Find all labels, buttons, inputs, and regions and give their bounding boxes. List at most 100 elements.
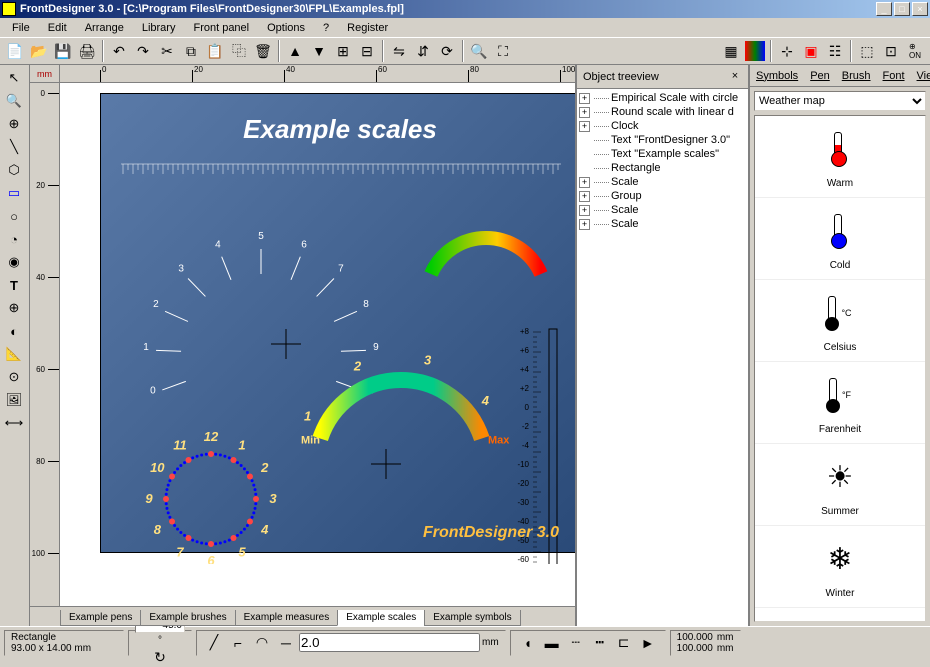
right-tab-symbols[interactable]: Symbols xyxy=(750,67,804,85)
symbol-category-select[interactable]: Weather map xyxy=(754,91,926,111)
dash-1-icon[interactable]: ┄ xyxy=(565,632,587,654)
crosshair-tool[interactable]: ⊕ xyxy=(2,297,26,319)
duplicate-button[interactable]: ⿻ xyxy=(228,40,250,62)
tree-node[interactable]: +Group xyxy=(579,189,746,203)
right-tab-view[interactable]: View xyxy=(911,67,930,85)
rect-tool[interactable]: ▭ xyxy=(2,182,26,204)
colors-button[interactable]: ■ xyxy=(744,40,766,62)
copy-button[interactable]: ⧉ xyxy=(180,40,202,62)
line-style-2[interactable]: ⌐ xyxy=(227,632,249,654)
save-button[interactable]: 💾 xyxy=(52,40,74,62)
group-button[interactable]: ⊞ xyxy=(332,40,354,62)
dimension-tool[interactable]: ⟷ xyxy=(2,412,26,434)
select-tool[interactable]: ↖ xyxy=(2,67,26,89)
menu-frontpanel[interactable]: Front panel xyxy=(185,20,257,36)
menu-file[interactable]: File xyxy=(4,20,38,36)
close-button[interactable]: × xyxy=(912,2,928,16)
tab-example-scales[interactable]: Example scales xyxy=(337,610,425,626)
mirror-h-button[interactable]: ⇋ xyxy=(388,40,410,62)
menu-options[interactable]: Options xyxy=(259,20,313,36)
reticle-tool[interactable]: ⊕ xyxy=(2,113,26,135)
measure-tool[interactable]: 📐 xyxy=(2,343,26,365)
line-style-4[interactable]: ─ xyxy=(275,632,297,654)
tree-node[interactable]: Rectangle xyxy=(579,161,746,175)
arc-tool[interactable]: ◔ xyxy=(2,228,26,250)
tree-expand-icon[interactable]: + xyxy=(579,107,590,118)
tree-expand-icon[interactable]: + xyxy=(579,93,590,104)
delete-button[interactable]: 🗑 xyxy=(252,40,274,62)
maximize-button[interactable]: □ xyxy=(894,2,910,16)
tree-node[interactable]: +Scale xyxy=(579,203,746,217)
polygon-tool[interactable]: ⬡ xyxy=(2,159,26,181)
scale-tool[interactable]: ◐ xyxy=(2,320,26,342)
tree-node[interactable]: +Clock xyxy=(579,119,746,133)
zoom-fit-button[interactable]: ⛶ xyxy=(492,40,514,62)
back-button[interactable]: ▼ xyxy=(308,40,330,62)
rotate-button[interactable]: ⟳ xyxy=(436,40,458,62)
canvas[interactable]: Example scales 012345678910 1212345 xyxy=(60,83,575,606)
library-button[interactable]: ☷ xyxy=(824,40,846,62)
design-panel[interactable]: Example scales 012345678910 1212345 xyxy=(100,93,575,553)
symbol-farenheit[interactable]: °FFarenheit xyxy=(755,362,925,444)
right-tab-pen[interactable]: Pen xyxy=(804,67,836,85)
menu-[interactable]: ? xyxy=(315,20,337,36)
tab-example-brushes[interactable]: Example brushes xyxy=(140,610,235,626)
cap-end-icon[interactable]: ► xyxy=(637,632,659,654)
tab-example-pens[interactable]: Example pens xyxy=(60,610,141,626)
tree-close-button[interactable]: × xyxy=(728,70,742,84)
open-button[interactable]: 📂 xyxy=(28,40,50,62)
drill-tool[interactable]: ⊙ xyxy=(2,366,26,388)
right-tab-brush[interactable]: Brush xyxy=(836,67,877,85)
tree-expand-icon[interactable]: + xyxy=(579,191,590,202)
zoom-tool[interactable]: 🔍 xyxy=(2,90,26,112)
symbol-cold[interactable]: Cold xyxy=(755,198,925,280)
layer-button[interactable]: ▣ xyxy=(800,40,822,62)
front-button[interactable]: ▲ xyxy=(284,40,306,62)
tree-expand-icon[interactable]: + xyxy=(579,177,590,188)
menu-edit[interactable]: Edit xyxy=(40,20,75,36)
circle-tool[interactable]: ○ xyxy=(2,205,26,227)
tree-node[interactable]: +Round scale with linear d xyxy=(579,105,746,119)
symbol-summer[interactable]: ☀Summer xyxy=(755,444,925,526)
cap-flat-icon[interactable]: ▬ xyxy=(541,632,563,654)
tree-expand-icon[interactable]: + xyxy=(579,205,590,216)
new-button[interactable]: 📄 xyxy=(4,40,26,62)
tab-example-symbols[interactable]: Example symbols xyxy=(424,610,520,626)
tree-node[interactable]: +Empirical Scale with circle xyxy=(579,91,746,105)
width-input[interactable] xyxy=(299,633,480,652)
dash-2-icon[interactable]: ┅ xyxy=(589,632,611,654)
tree-expand-icon[interactable]: + xyxy=(579,219,590,230)
ellipse-tool[interactable]: ◉ xyxy=(2,251,26,273)
symbol-list[interactable]: WarmCold°CCelsius°FFarenheit☀Summer❄Wint… xyxy=(754,115,926,622)
print-button[interactable]: 🖨 xyxy=(76,40,98,62)
snap-button[interactable]: ⊹ xyxy=(776,40,798,62)
zoom-button[interactable]: 🔍 xyxy=(468,40,490,62)
menu-arrange[interactable]: Arrange xyxy=(77,20,132,36)
tree-node[interactable]: Text "FrontDesigner 3.0" xyxy=(579,133,746,147)
symbol-winter[interactable]: ❄Winter xyxy=(755,526,925,608)
mirror-v-button[interactable]: ⇵ xyxy=(412,40,434,62)
text-tool[interactable]: T xyxy=(2,274,26,296)
line-style-1[interactable]: ╱ xyxy=(203,632,225,654)
minimize-button[interactable]: _ xyxy=(876,2,892,16)
redo-button[interactable]: ↷ xyxy=(132,40,154,62)
tree-node[interactable]: +Scale xyxy=(579,217,746,231)
tree-body[interactable]: +Empirical Scale with circle+Round scale… xyxy=(577,89,748,626)
tool-a-button[interactable]: ⬚ xyxy=(856,40,878,62)
menu-library[interactable]: Library xyxy=(134,20,184,36)
ungroup-button[interactable]: ⊟ xyxy=(356,40,378,62)
tree-node[interactable]: Text "Example scales" xyxy=(579,147,746,161)
tree-node[interactable]: +Scale xyxy=(579,175,746,189)
cut-button[interactable]: ✂ xyxy=(156,40,178,62)
line-tool[interactable]: ╲ xyxy=(2,136,26,158)
grid-button[interactable]: ▦ xyxy=(720,40,742,62)
undo-button[interactable]: ↶ xyxy=(108,40,130,62)
menu-register[interactable]: Register xyxy=(339,20,396,36)
symbol-celsius[interactable]: °CCelsius xyxy=(755,280,925,362)
tab-example-measures[interactable]: Example measures xyxy=(235,610,339,626)
cap-round-icon[interactable]: ◖ xyxy=(517,632,539,654)
image-tool[interactable]: 🖼 xyxy=(2,389,26,411)
join-icon[interactable]: ⊏ xyxy=(613,632,635,654)
tree-expand-icon[interactable]: + xyxy=(579,121,590,132)
symbol-warm[interactable]: Warm xyxy=(755,116,925,198)
